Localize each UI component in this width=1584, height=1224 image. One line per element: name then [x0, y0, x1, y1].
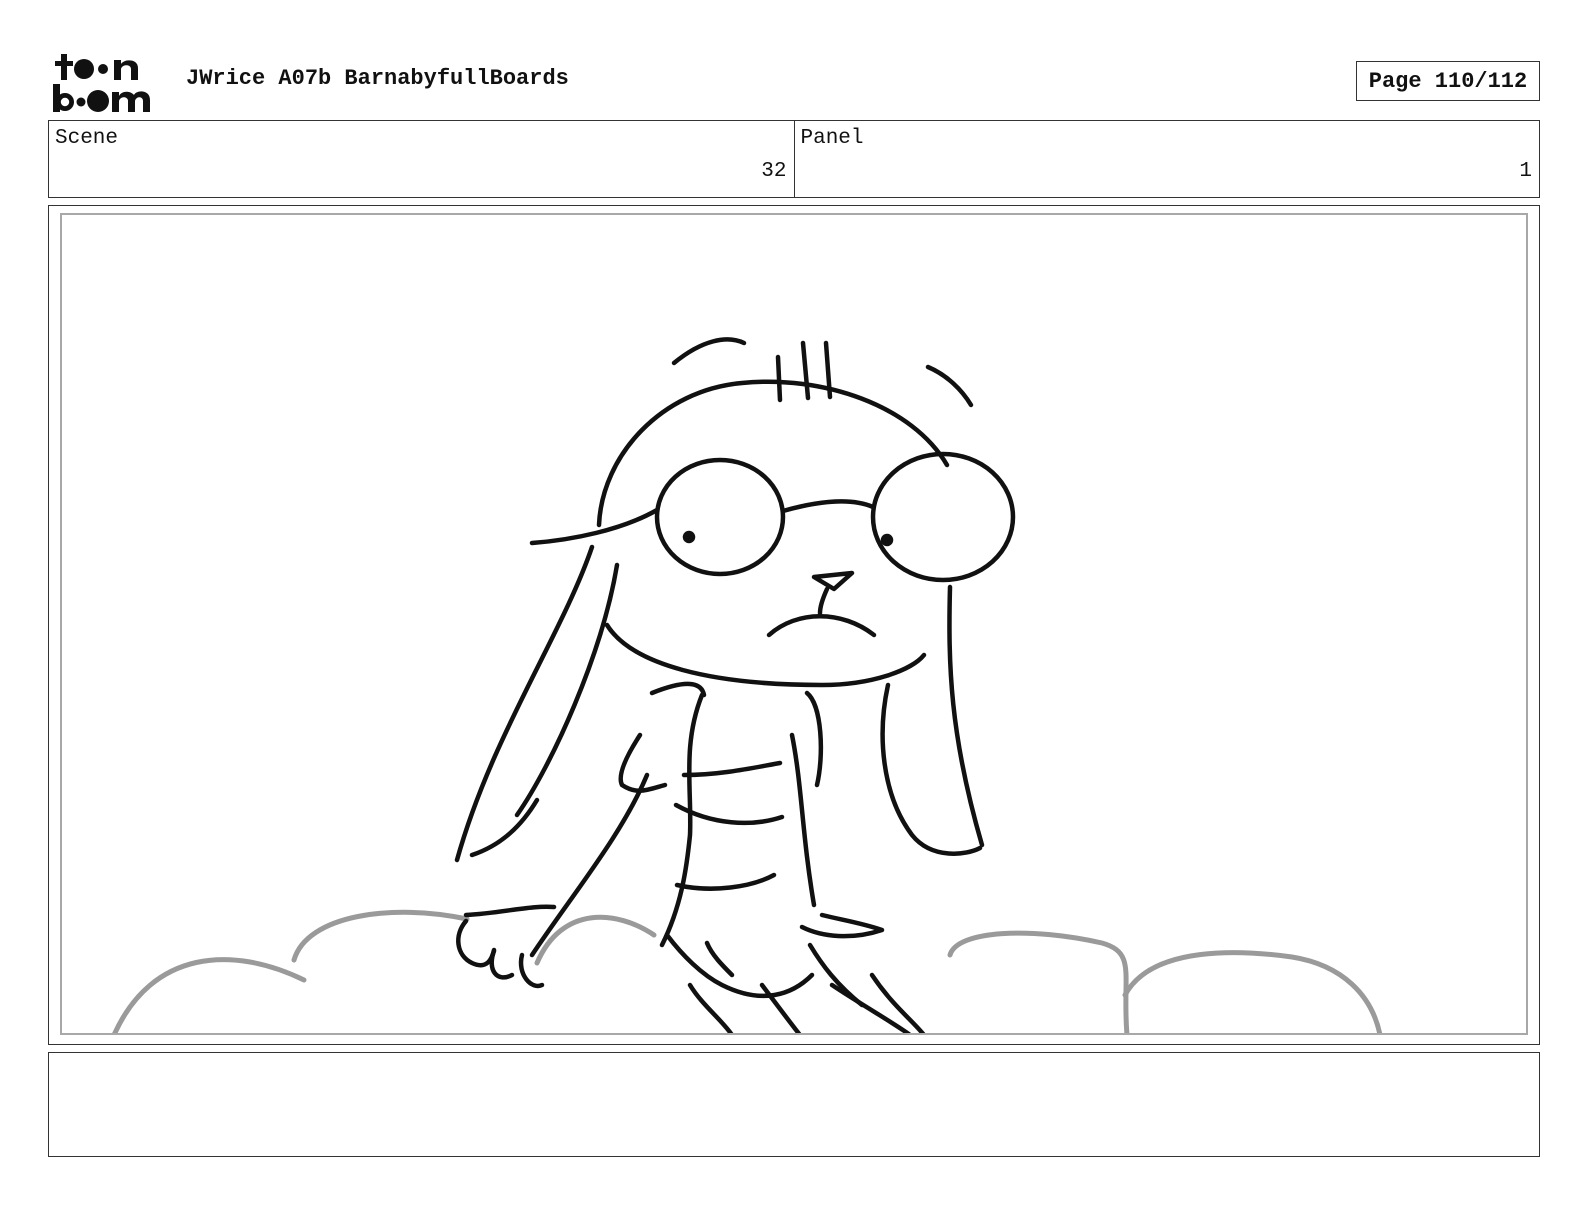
storyboard-panel-frame: [48, 205, 1540, 1045]
scene-cell: Scene 32: [49, 121, 794, 197]
toon-boom-logo: [53, 54, 150, 112]
scene-label: Scene: [55, 127, 119, 150]
rabbit-sketch-drawing: [112, 337, 1383, 1033]
panel-cell: Panel 1: [793, 121, 1540, 197]
caption-box: [48, 1052, 1540, 1157]
storyboard-panel: [60, 213, 1528, 1035]
scene-panel-info: Scene 32 Panel 1: [48, 120, 1540, 198]
project-title: JWrice A07b BarnabyfullBoards: [186, 66, 569, 91]
rabbit-character: [454, 337, 1016, 1033]
scene-number: 32: [761, 160, 787, 183]
page-number-badge: Page 110/112: [1356, 61, 1540, 101]
clouds: [112, 909, 1383, 1033]
panel-number: 1: [1519, 160, 1532, 183]
panel-label: Panel: [800, 127, 864, 150]
